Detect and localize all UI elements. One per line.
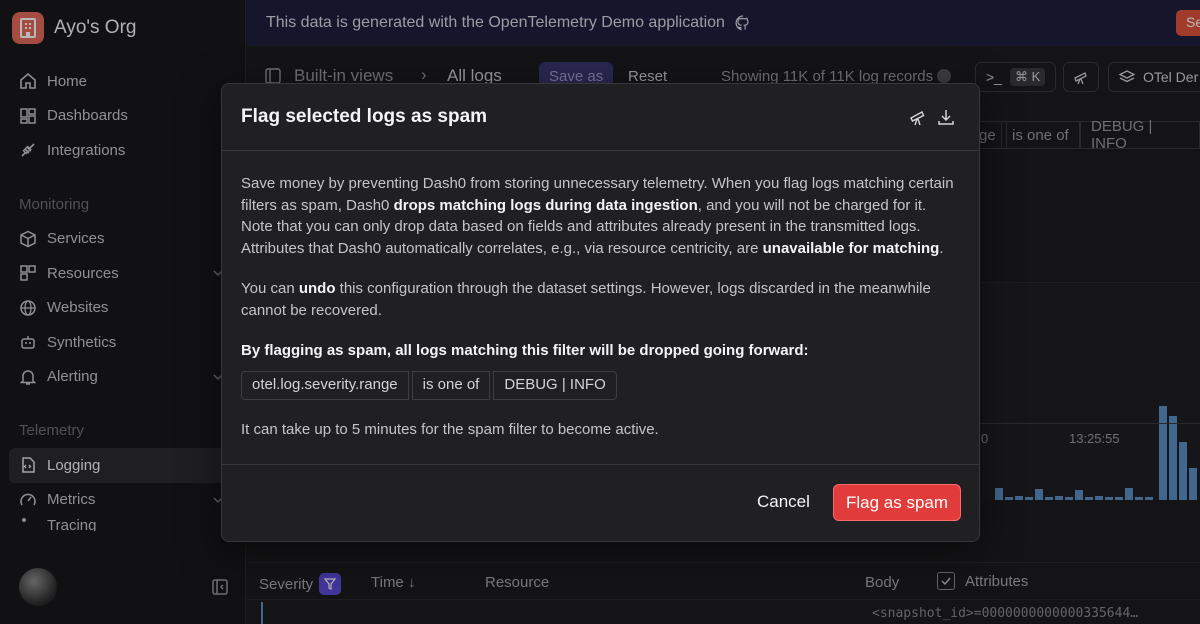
p1-emphasis: drops matching logs during data ingestio… bbox=[393, 196, 698, 214]
dialog-filter-intro: By flagging as spam, all logs matching t… bbox=[241, 342, 809, 359]
p2-text: You can bbox=[241, 280, 299, 297]
filter-operator-chip: is one of bbox=[411, 370, 491, 400]
filter-value-chip: DEBUG | INFO bbox=[493, 370, 617, 400]
p1-text: . bbox=[939, 239, 944, 257]
dialog-header: Flag selected logs as spam bbox=[222, 84, 979, 151]
dialog-body: Save money by preventing Dash0 from stor… bbox=[222, 151, 979, 440]
dialog-note: It can take up to 5 minutes for the spam… bbox=[241, 420, 659, 438]
flag-spam-dialog: Flag selected logs as spam Save money by… bbox=[221, 83, 980, 542]
p2-text: this configuration through the dataset s… bbox=[241, 280, 931, 319]
filter-field-chip: otel.log.severity.range bbox=[241, 370, 409, 400]
dialog-footer: Cancel Flag as spam bbox=[222, 464, 979, 541]
spam-filter-chips: otel.log.severity.range is one of DEBUG … bbox=[241, 370, 960, 400]
p2-emphasis: undo bbox=[298, 280, 336, 297]
dialog-paragraph-1: Save money by preventing Dash0 from stor… bbox=[241, 173, 960, 259]
telescope-icon[interactable] bbox=[909, 108, 927, 126]
dialog-title: Flag selected logs as spam bbox=[241, 106, 488, 127]
p1-emphasis: unavailable for matching bbox=[762, 239, 940, 257]
dialog-paragraph-2: You can undo this configuration through … bbox=[241, 278, 960, 321]
download-icon[interactable] bbox=[937, 108, 955, 126]
flag-as-spam-button[interactable]: Flag as spam bbox=[833, 484, 961, 521]
cancel-button[interactable]: Cancel bbox=[743, 483, 824, 520]
